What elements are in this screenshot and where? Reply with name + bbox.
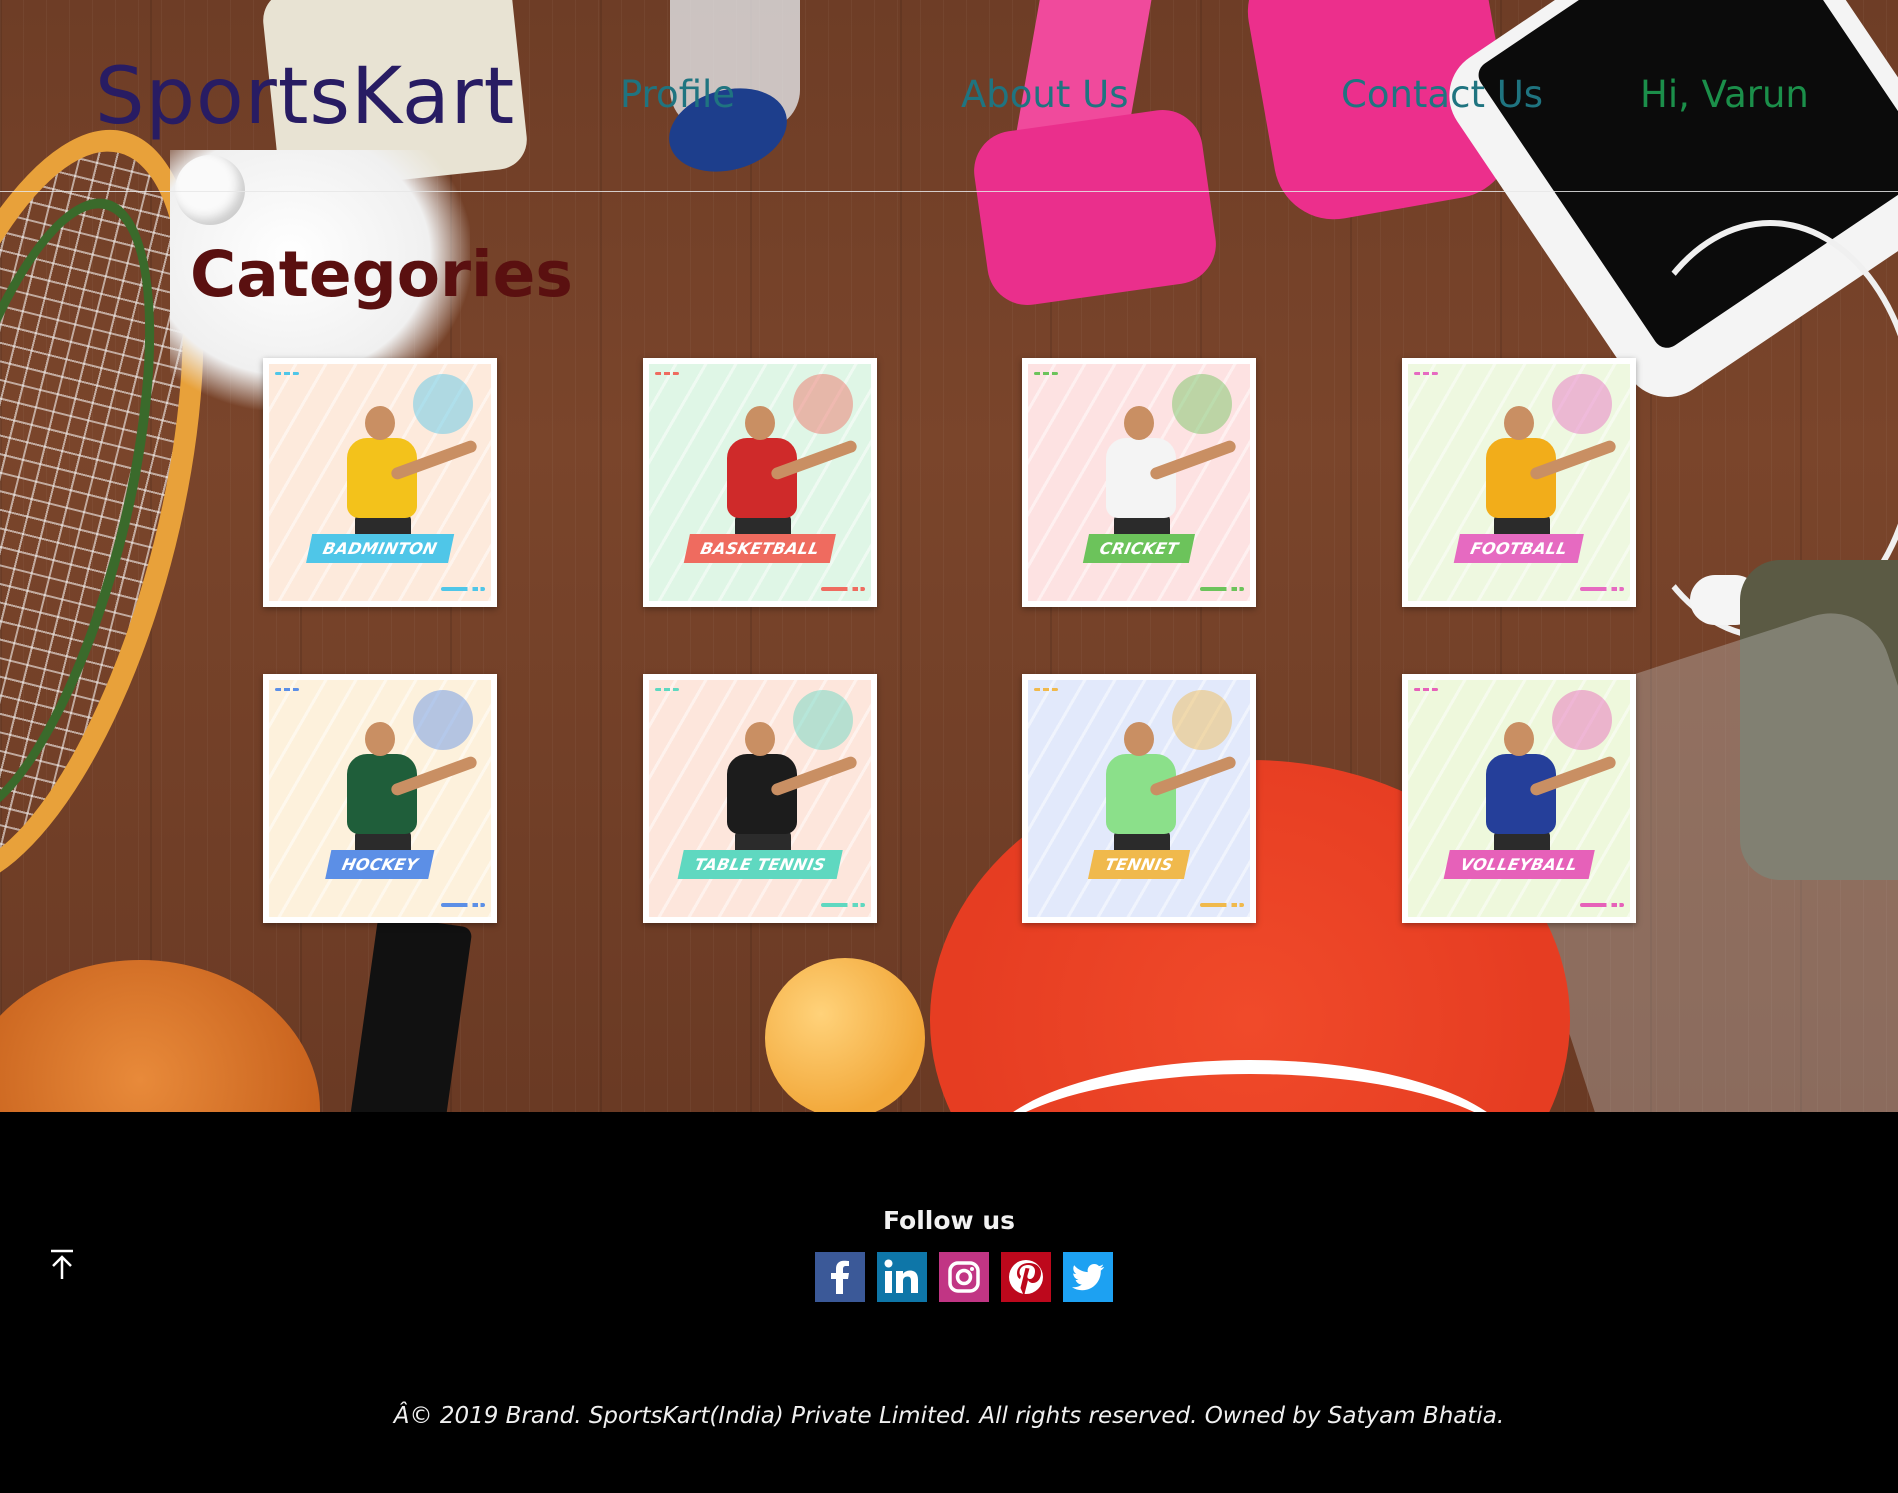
dash-decoration-bottom	[1200, 587, 1244, 591]
dash-decoration-top	[655, 688, 679, 691]
linkedin-icon	[877, 1252, 927, 1302]
arrow-up-to-top-icon	[51, 1249, 73, 1279]
athlete-head-image	[1504, 722, 1534, 756]
category-card-volleyball[interactable]: VOLLEYBALL	[1402, 674, 1636, 923]
linkedin-link[interactable]	[877, 1252, 927, 1302]
category-card-cricket[interactable]: CRICKET	[1022, 358, 1256, 607]
copyright-text: Â© 2019 Brand. SportsKart(India) Private…	[393, 1403, 1505, 1429]
dash-decoration-bottom	[441, 903, 485, 907]
scroll-to-top-button[interactable]	[46, 1248, 78, 1282]
category-image: BASKETBALL	[649, 364, 871, 601]
basketball-image	[0, 960, 320, 1112]
athlete-head-image	[1504, 406, 1534, 440]
dash-decoration-bottom	[441, 587, 485, 591]
athlete-head-image	[1124, 722, 1154, 756]
category-label: BADMINTON	[306, 534, 454, 563]
athlete-head-image	[745, 722, 775, 756]
dash-decoration-bottom	[1580, 587, 1624, 591]
athlete-head-image	[365, 406, 395, 440]
ghost-figure-image	[1172, 374, 1232, 434]
category-card-hockey[interactable]: HOCKEY	[263, 674, 497, 923]
category-card-table-tennis[interactable]: TABLE TENNIS	[643, 674, 877, 923]
page-title: Categories	[190, 238, 573, 311]
athlete-body-image	[1106, 754, 1176, 834]
dash-decoration-top	[1414, 372, 1438, 375]
category-label: VOLLEYBALL	[1443, 850, 1595, 879]
brand-logo[interactable]: SportsKart	[95, 52, 515, 142]
ghost-figure-image	[1172, 690, 1232, 750]
athlete-body-image	[1486, 754, 1556, 834]
athlete-body-image	[727, 754, 797, 834]
category-image: BADMINTON	[269, 364, 491, 601]
twitter-icon	[1063, 1252, 1113, 1302]
user-greeting: Hi, Varun	[1640, 73, 1809, 116]
category-image: HOCKEY	[269, 680, 491, 917]
dash-decoration-bottom	[1200, 903, 1244, 907]
site-footer: Follow us Â© 2019 Brand. SportsKart(Indi…	[0, 1112, 1898, 1493]
category-card-basketball[interactable]: BASKETBALL	[643, 358, 877, 607]
category-image: CRICKET	[1028, 364, 1250, 601]
athlete-head-image	[1124, 406, 1154, 440]
dash-decoration-top	[1034, 688, 1058, 691]
category-image: VOLLEYBALL	[1408, 680, 1630, 917]
follow-us-label: Follow us	[882, 1206, 1016, 1235]
category-label: HOCKEY	[325, 850, 435, 879]
category-image: FOOTBALL	[1408, 364, 1630, 601]
category-label: FOOTBALL	[1453, 534, 1585, 563]
category-card-football[interactable]: FOOTBALL	[1402, 358, 1636, 607]
category-card-badminton[interactable]: BADMINTON	[263, 358, 497, 607]
ghost-figure-image	[413, 690, 473, 750]
pinterest-icon	[1001, 1252, 1051, 1302]
athlete-body-image	[727, 438, 797, 518]
pinterest-link[interactable]	[1001, 1252, 1051, 1302]
ghost-figure-image	[1552, 374, 1612, 434]
social-links	[815, 1252, 1113, 1302]
category-label: BASKETBALL	[683, 534, 837, 563]
athlete-body-image	[1486, 438, 1556, 518]
athlete-body-image	[347, 754, 417, 834]
jump-rope-handle-image	[342, 914, 473, 1112]
instagram-icon	[939, 1252, 989, 1302]
dash-decoration-top	[1414, 688, 1438, 691]
dash-decoration-top	[655, 372, 679, 375]
dash-decoration-top	[275, 688, 299, 691]
athlete-body-image	[347, 438, 417, 518]
ping-pong-ball-image	[765, 958, 925, 1112]
nav-link-profile[interactable]: Profile	[620, 73, 735, 116]
instagram-link[interactable]	[939, 1252, 989, 1302]
category-grid: BADMINTON BASKETBALL CRICKET FOOTBALL HOCKEY…	[263, 358, 1637, 924]
category-label: TENNIS	[1087, 850, 1191, 879]
dash-decoration-top	[1034, 372, 1058, 375]
athlete-head-image	[745, 406, 775, 440]
dash-decoration-bottom	[821, 587, 865, 591]
dash-decoration-bottom	[1580, 903, 1624, 907]
athlete-head-image	[365, 722, 395, 756]
category-label: CRICKET	[1082, 534, 1196, 563]
facebook-icon	[815, 1252, 865, 1302]
category-image: TABLE TENNIS	[649, 680, 871, 917]
ghost-figure-image	[793, 374, 853, 434]
ghost-figure-image	[793, 690, 853, 750]
category-label: TABLE TENNIS	[677, 850, 843, 879]
nav-link-contact-us[interactable]: Contact Us	[1341, 73, 1543, 116]
category-image: TENNIS	[1028, 680, 1250, 917]
facebook-link[interactable]	[815, 1252, 865, 1302]
site-header: SportsKart Profile About Us Contact Us H…	[0, 0, 1898, 192]
ghost-figure-image	[413, 374, 473, 434]
nav-link-about-us[interactable]: About Us	[961, 73, 1129, 116]
twitter-link[interactable]	[1063, 1252, 1113, 1302]
category-card-tennis[interactable]: TENNIS	[1022, 674, 1256, 923]
ghost-figure-image	[1552, 690, 1612, 750]
dash-decoration-top	[275, 372, 299, 375]
dash-decoration-bottom	[821, 903, 865, 907]
athlete-body-image	[1106, 438, 1176, 518]
